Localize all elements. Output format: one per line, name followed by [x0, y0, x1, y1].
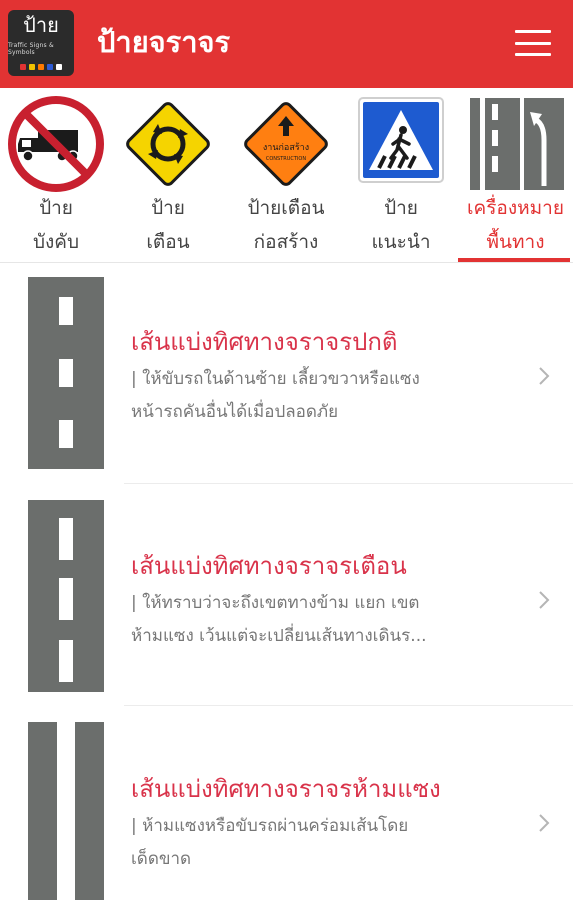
list-item[interactable]: เส้นแบ่งทิศทางจราจรห้ามแซง | ห้ามแซงหรือ…: [0, 707, 573, 900]
tab-label-line1: ป้าย: [39, 197, 73, 219]
list-item-description-line1: | ให้ทราบว่าจะถึงเขตทางข้าม แยก เขต: [131, 593, 420, 613]
app-logo-subtext: Traffic Signs & Symbols: [8, 42, 54, 56]
tab-label: ป้ายเตือน ก่อสร้าง: [228, 191, 344, 259]
app-logo-text: ป้าย: [23, 13, 59, 37]
chevron-right-icon: [539, 367, 550, 385]
tab-label-line2: บังคับ: [32, 231, 80, 253]
tab-label-line1: เครื่องหมาย: [467, 197, 564, 219]
list-item-title: เส้นแบ่งทิศทางจราจรปกติ: [131, 328, 398, 356]
construction-warning-sign-icon: งานก่อสร้าง CONSTRUCTION: [244, 102, 328, 186]
list-item-title: เส้นแบ่งทิศทางจราจรห้ามแซง: [131, 775, 441, 803]
tab-label: ป้าย เตือน: [112, 191, 224, 259]
road-marking-icon: [470, 98, 564, 190]
menu-icon[interactable]: [515, 30, 551, 56]
tab-label-line2: พื้นทาง: [486, 231, 545, 253]
construction-sign-subtext: CONSTRUCTION: [266, 156, 306, 162]
list-item-description-line2: หน้ารถคันอื่นได้เมื่อปลอดภัย: [131, 402, 339, 422]
construction-sign-text: งานก่อสร้าง: [263, 142, 309, 153]
list-item-description: | ให้ขับรถในด้านซ้าย เลี้ยวขวาหรือแซง หน…: [131, 363, 501, 429]
list-item-description-line1: | ให้ขับรถในด้านซ้าย เลี้ยวขวาหรือแซง: [131, 369, 420, 389]
divider: [124, 705, 573, 706]
list-item-description-line2: เด็ดขาด: [131, 849, 192, 869]
tab-guide-signs[interactable]: ป้าย แนะนำ: [346, 88, 456, 262]
roundabout-warning-sign-icon: [126, 102, 210, 186]
solid-line-marking-image: [28, 722, 104, 900]
tab-label: ป้าย บังคับ: [0, 191, 112, 259]
tab-label-line2: แนะนำ: [371, 231, 431, 253]
list-item[interactable]: เส้นแบ่งทิศทางจราจรเตือน | ให้ทราบว่าจะถ…: [0, 485, 573, 706]
chevron-right-icon: [539, 814, 550, 832]
long-dashed-line-marking-image: [28, 500, 104, 692]
list-item-description-line2: ห้ามแซง เว้นแต่จะเปลี่ยนเส้นทางเดินร...: [131, 626, 427, 646]
app-logo-dots: [20, 64, 62, 70]
app-logo: ป้าย Traffic Signs & Symbols: [8, 10, 74, 76]
tab-label-line1: ป้ายเตือน: [247, 197, 325, 219]
active-tab-indicator: [458, 258, 570, 262]
list-item-description: | ให้ทราบว่าจะถึงเขตทางข้าม แยก เขต ห้าม…: [131, 587, 501, 653]
list-item-title: เส้นแบ่งทิศทางจราจรเตือน: [131, 552, 407, 580]
tab-label-line2: เตือน: [146, 231, 190, 253]
pedestrian-crossing-sign-icon: [358, 97, 444, 183]
no-truck-sign-icon: [8, 96, 104, 192]
short-dashed-line-marking-image: [28, 277, 104, 469]
chevron-right-icon: [539, 591, 550, 609]
list-item-description-line1: | ห้ามแซงหรือขับรถผ่านคร่อมเส้นโดย: [131, 816, 409, 836]
tab-label-line2: ก่อสร้าง: [253, 231, 319, 253]
app-title: ป้ายจราจร: [97, 25, 231, 59]
category-tabs: ป้าย บังคับ ป้าย เตือน งานก่อสร้าง CONST…: [0, 88, 573, 263]
tab-label: ป้าย แนะนำ: [346, 191, 456, 259]
tab-warning-signs[interactable]: ป้าย เตือน: [112, 88, 224, 262]
tab-label-line1: ป้าย: [384, 197, 418, 219]
tab-label: เครื่องหมาย พื้นทาง: [458, 191, 573, 259]
tab-regulatory-signs[interactable]: ป้าย บังคับ: [0, 88, 112, 262]
tab-construction-signs[interactable]: งานก่อสร้าง CONSTRUCTION ป้ายเตือน ก่อสร…: [228, 88, 344, 262]
list-item-description: | ห้ามแซงหรือขับรถผ่านคร่อมเส้นโดย เด็ดข…: [131, 810, 501, 876]
tab-label-line1: ป้าย: [151, 197, 185, 219]
tab-road-markings[interactable]: เครื่องหมาย พื้นทาง: [458, 88, 573, 262]
list-item[interactable]: เส้นแบ่งทิศทางจราจรปกติ | ให้ขับรถในด้าน…: [0, 263, 573, 484]
divider: [124, 483, 573, 484]
app-bar: ป้าย Traffic Signs & Symbols ป้ายจราจร: [0, 0, 573, 88]
